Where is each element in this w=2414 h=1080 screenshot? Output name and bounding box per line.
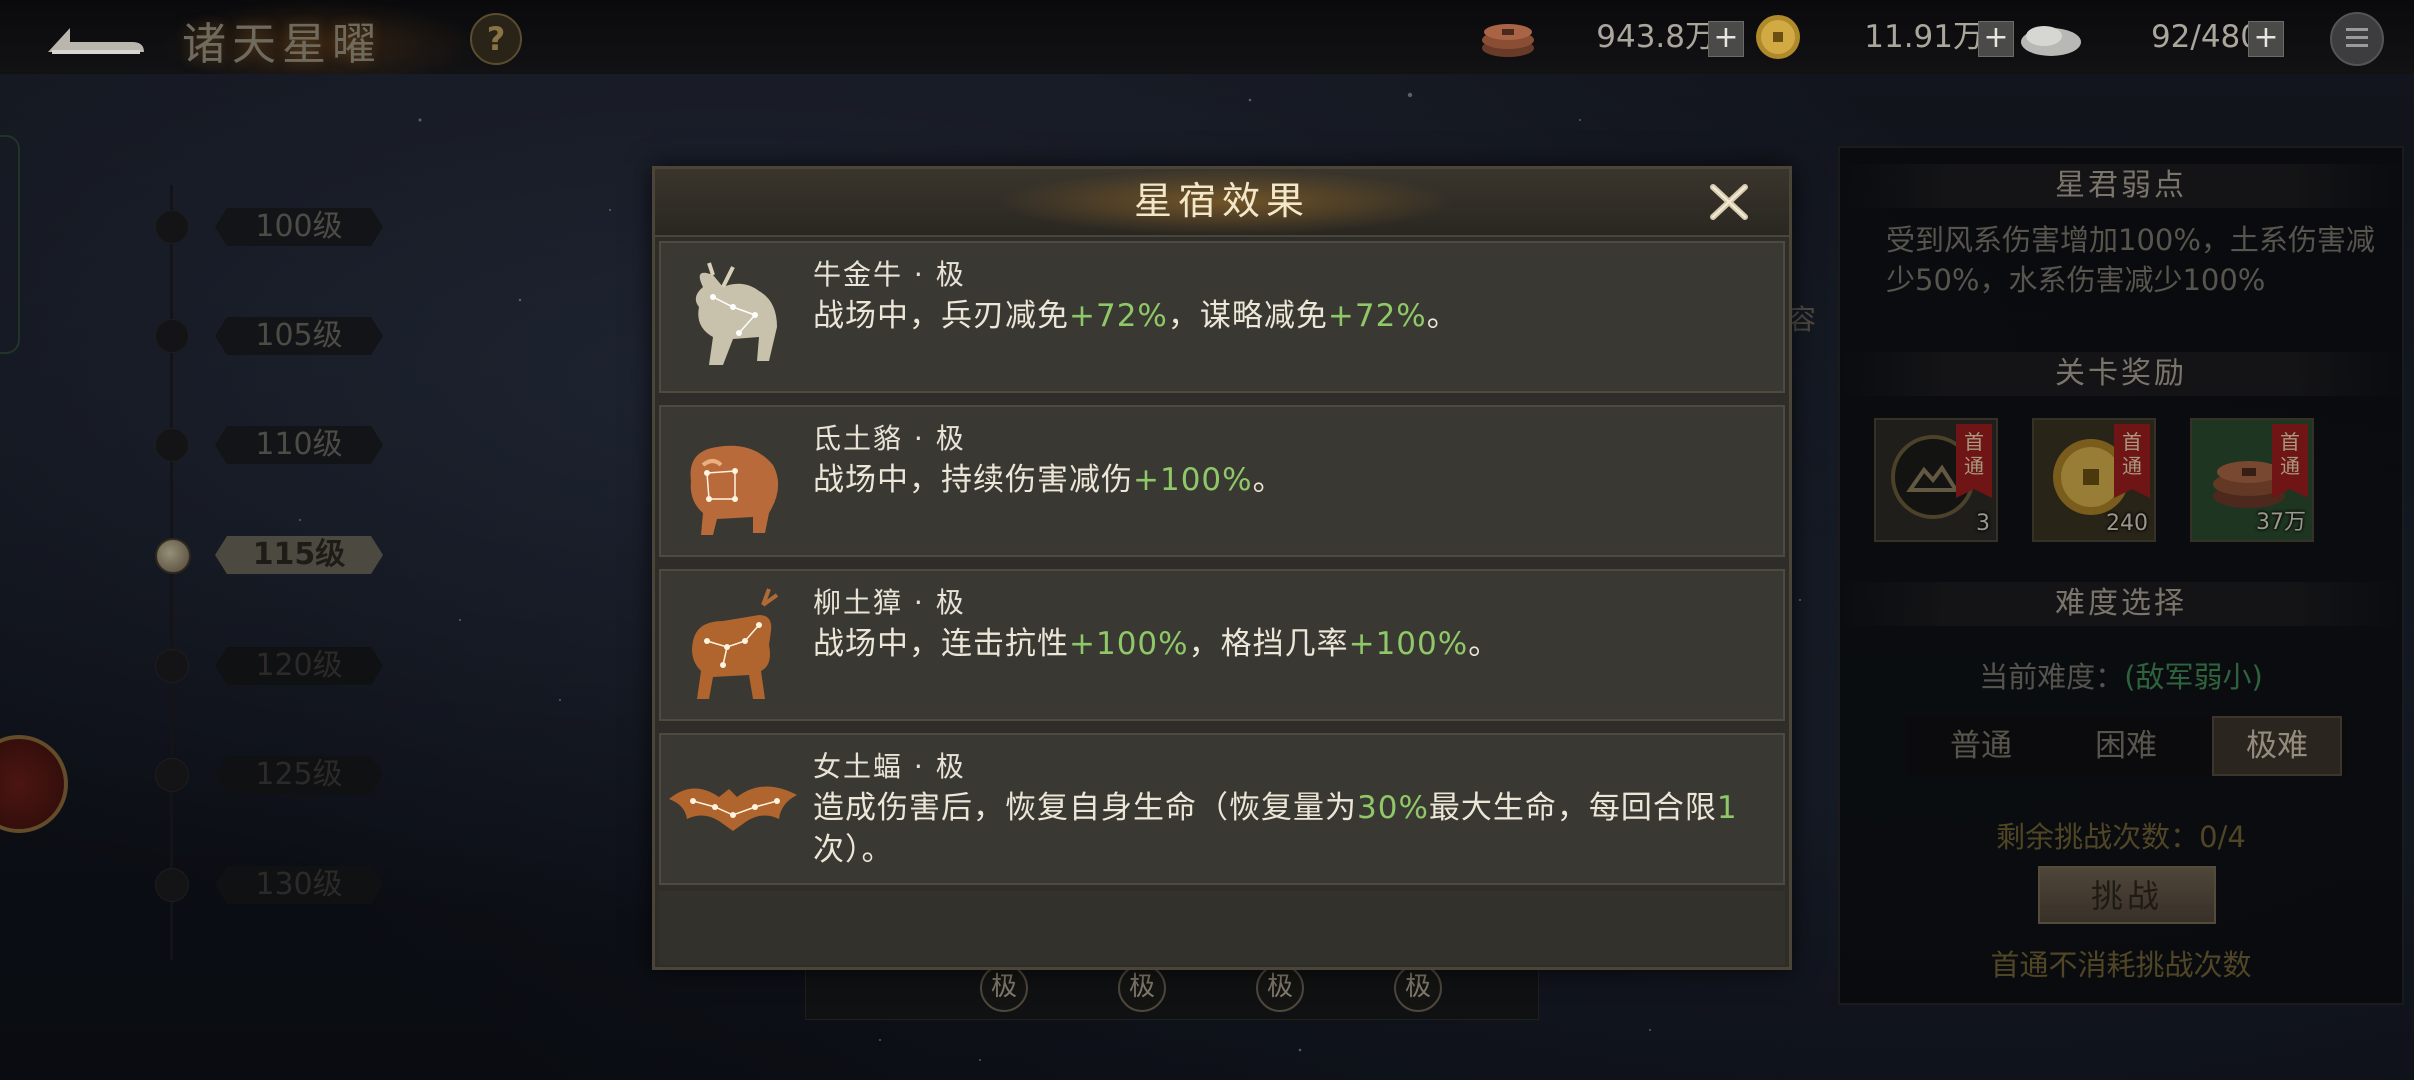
effect-name: 女土蝠 · 极	[813, 750, 966, 783]
effect-name: 柳土獐 · 极	[813, 586, 966, 619]
effect-description: 战场中，持续伤害减伤+100%。	[813, 459, 1773, 501]
copper-add-button[interactable]: +	[1708, 21, 1744, 57]
deer-constellation-icon	[692, 588, 779, 699]
effect-description: 造成伤害后，恢复自身生命（恢复量为30%最大生命，每回合限1 次）。	[813, 787, 1773, 871]
effect-text: ，谋略减免	[1167, 298, 1328, 334]
effect-value: 1	[1716, 790, 1738, 826]
effect-text: 战场中，连击抗性	[813, 626, 1069, 662]
effect-text: 战场中，兵刃减免	[813, 298, 1069, 334]
effect-text: 最大生命，每回合限	[1428, 790, 1717, 826]
resource-gold: 11.91万 +	[1752, 14, 2022, 60]
effect-value: 30%	[1357, 790, 1429, 826]
effect-value: +72%	[1069, 298, 1168, 334]
effect-row: 氐土貉 · 极 战场中，持续伤害减伤+100%。	[659, 405, 1785, 557]
stamina-add-button[interactable]: +	[2248, 21, 2284, 57]
effect-text: 。	[1468, 626, 1501, 662]
effect-description: 战场中，连击抗性+100%，格挡几率+100%。	[813, 623, 1773, 665]
constellation-effect-dialog: 星宿效果 牛金牛 · 极 战场中，兵刃减免+72%，谋略减免+72%。 氐土貉 …	[652, 166, 1792, 970]
stamina-value: 92/480	[2150, 19, 2260, 55]
gold-value: 11.91万	[1864, 19, 1984, 55]
effect-value: +100%	[1069, 626, 1189, 662]
ox-constellation-icon	[695, 262, 777, 365]
back-arrow-icon	[48, 28, 144, 54]
effect-text: 次）。	[813, 832, 894, 868]
effect-value: +72%	[1327, 298, 1427, 334]
page-title: 诸天星曜	[182, 19, 382, 70]
effect-description: 战场中，兵刃减免+72%，谋略减免+72%。	[813, 295, 1773, 337]
effect-value: +100%	[1133, 462, 1253, 498]
effect-row: 牛金牛 · 极 战场中，兵刃减免+72%，谋略减免+72%。	[659, 241, 1785, 393]
resource-stamina: 92/480 +	[2018, 14, 2288, 60]
close-icon	[1710, 184, 1748, 220]
dialog-title: 星宿效果	[1133, 179, 1310, 223]
back-button[interactable]	[40, 12, 150, 62]
menu-button[interactable]	[2330, 12, 2384, 66]
top-bar: 诸天星曜 ? 943.8万 + 11.91万 + 92/480 +	[0, 0, 2414, 74]
close-button[interactable]	[1705, 179, 1753, 225]
dialog-header: 星宿效果	[655, 169, 1789, 237]
effect-text: 。	[1252, 462, 1285, 498]
effect-name: 氐土貉 · 极	[813, 422, 966, 455]
dialog-empty-slot	[659, 891, 1785, 965]
effect-name: 牛金牛 · 极	[813, 258, 966, 291]
effect-row: 柳土獐 · 极 战场中，连击抗性+100%，格挡几率+100%。	[659, 569, 1785, 721]
resource-copper: 943.8万 +	[1478, 14, 1748, 60]
effect-text: ，格挡几率	[1188, 626, 1349, 662]
effect-row: 女土蝠 · 极 造成伤害后，恢复自身生命（恢复量为30%最大生命，每回合限1 次）…	[659, 733, 1785, 885]
effect-text: 。	[1426, 298, 1459, 334]
effect-value: +100%	[1348, 626, 1469, 662]
copper-coins-icon	[1482, 24, 1534, 57]
menu-icon	[2346, 28, 2368, 31]
copper-value: 943.8万	[1596, 19, 1716, 55]
effect-text: 战场中，持续伤害减伤	[813, 462, 1133, 498]
badger-constellation-icon	[690, 445, 779, 535]
gold-coin-icon	[1756, 15, 1800, 59]
bat-constellation-icon	[669, 786, 797, 831]
effect-text: 造成伤害后，恢复自身生命（恢复量为	[813, 790, 1357, 826]
stamina-icon	[2021, 26, 2081, 56]
gold-add-button[interactable]: +	[1978, 21, 2014, 57]
help-button[interactable]: ?	[470, 13, 522, 65]
